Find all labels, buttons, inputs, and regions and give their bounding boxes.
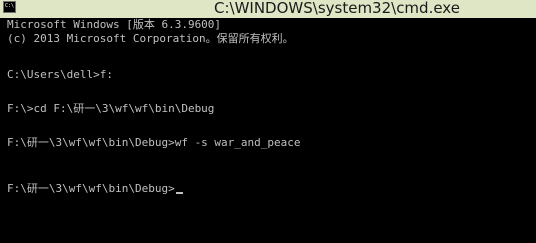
cmd-icon-glyph: C:\: [5, 3, 15, 9]
console-line-copyright: (c) 2013 Microsoft Corporation。保留所有权利。: [7, 32, 294, 45]
console-line-command-drive: C:\Users\dell>f:: [7, 68, 113, 81]
console-output[interactable]: Microsoft Windows [版本 6.3.9600] (c) 2013…: [0, 18, 536, 243]
title-bar[interactable]: C:\ C:\WINDOWS\system32\cmd.exe: [0, 0, 536, 18]
cmd-icon[interactable]: C:\: [3, 1, 16, 13]
cmd-window: C:\ C:\WINDOWS\system32\cmd.exe Microsof…: [0, 0, 536, 243]
console-line-command-wf: F:\研一\3\wf\wf\bin\Debug>wf -s war_and_pe…: [7, 136, 301, 149]
console-prompt-line[interactable]: F:\研一\3\wf\wf\bin\Debug>: [7, 182, 183, 196]
console-prompt: F:\研一\3\wf\wf\bin\Debug>: [7, 182, 175, 195]
text-cursor: [175, 192, 183, 194]
console-line-version: Microsoft Windows [版本 6.3.9600]: [7, 18, 222, 31]
console-line-command-cd: F:\>cd F:\研一\3\wf\wf\bin\Debug: [7, 102, 215, 115]
window-title: C:\WINDOWS\system32\cmd.exe: [214, 0, 460, 17]
